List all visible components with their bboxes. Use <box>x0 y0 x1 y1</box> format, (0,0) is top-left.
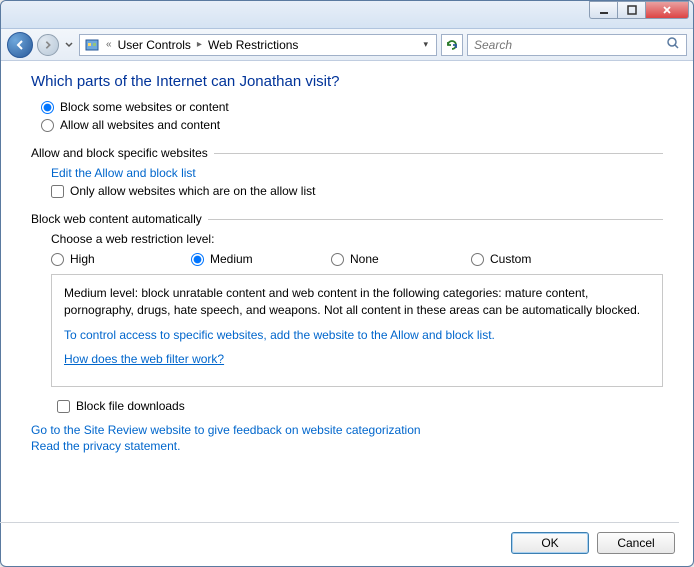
refresh-button[interactable] <box>441 34 463 56</box>
page-heading: Which parts of the Internet can Jonathan… <box>31 73 663 90</box>
divider <box>0 522 679 523</box>
level-high-radio[interactable] <box>51 253 64 266</box>
level-label: Medium <box>210 252 253 266</box>
section-allow-block: Allow and block specific websites Edit t… <box>31 146 663 198</box>
search-icon[interactable] <box>666 36 680 53</box>
back-button[interactable] <box>7 32 33 58</box>
level-custom-radio[interactable] <box>471 253 484 266</box>
section-label: Block web content automatically <box>31 212 202 226</box>
divider <box>208 219 663 220</box>
level-medium[interactable]: Medium <box>191 252 331 266</box>
choose-level-label: Choose a web restriction level: <box>51 232 663 246</box>
site-review-link[interactable]: Go to the Site Review website to give fe… <box>31 423 663 437</box>
radio-block-some-input[interactable] <box>41 101 54 114</box>
level-description-box: Medium level: block unratable content an… <box>51 274 663 387</box>
breadcrumb-separator-icon[interactable]: ▸ <box>197 39 202 50</box>
divider <box>214 153 663 154</box>
nav-history-dropdown[interactable] <box>63 35 75 55</box>
search-input[interactable] <box>474 38 666 52</box>
edit-allow-block-link[interactable]: Edit the Allow and block list <box>51 166 663 180</box>
checkbox-label: Block file downloads <box>76 399 185 413</box>
cancel-button[interactable]: Cancel <box>597 532 675 554</box>
level-label: None <box>350 252 379 266</box>
block-downloads-row[interactable]: Block file downloads <box>31 399 663 413</box>
radio-label: Block some websites or content <box>60 100 229 114</box>
level-label: Custom <box>490 252 531 266</box>
radio-label: Allow all websites and content <box>60 118 220 132</box>
titlebar <box>1 1 693 29</box>
only-allow-checkbox[interactable] <box>51 185 64 198</box>
breadcrumb-item[interactable]: User Controls <box>118 38 191 52</box>
footer-links: Go to the Site Review website to give fe… <box>31 423 663 453</box>
restriction-levels: High Medium None Custom <box>51 252 663 266</box>
address-dropdown-icon[interactable]: ▾ <box>419 39 432 50</box>
level-high[interactable]: High <box>51 252 191 266</box>
search-box[interactable] <box>467 34 687 56</box>
address-bar[interactable]: « User Controls ▸ Web Restrictions ▾ <box>79 34 437 56</box>
radio-block-some[interactable]: Block some websites or content <box>41 100 663 114</box>
radio-allow-all-input[interactable] <box>41 119 54 132</box>
content-area: Which parts of the Internet can Jonathan… <box>1 61 693 465</box>
button-bar: OK Cancel <box>511 532 675 554</box>
checkbox-label: Only allow websites which are on the all… <box>70 184 315 198</box>
block-downloads-checkbox[interactable] <box>57 400 70 413</box>
window: « User Controls ▸ Web Restrictions ▾ Whi… <box>0 0 694 567</box>
level-none[interactable]: None <box>331 252 471 266</box>
ok-button[interactable]: OK <box>511 532 589 554</box>
level-custom[interactable]: Custom <box>471 252 611 266</box>
location-icon <box>84 37 100 53</box>
breadcrumb-overflow-icon[interactable]: « <box>106 39 112 50</box>
close-button[interactable] <box>645 1 689 19</box>
maximize-button[interactable] <box>617 1 645 19</box>
desc-allow-block-link[interactable]: To control access to specific websites, … <box>64 327 650 344</box>
section-auto-block: Block web content automatically Choose a… <box>31 212 663 413</box>
breadcrumb-item[interactable]: Web Restrictions <box>208 38 298 52</box>
radio-allow-all[interactable]: Allow all websites and content <box>41 118 663 132</box>
only-allow-checkbox-row[interactable]: Only allow websites which are on the all… <box>51 184 663 198</box>
forward-button[interactable] <box>37 34 59 56</box>
level-label: High <box>70 252 95 266</box>
navbar: « User Controls ▸ Web Restrictions ▾ <box>1 29 693 61</box>
how-filter-works-link[interactable]: How does the web filter work? <box>64 351 650 368</box>
section-label: Allow and block specific websites <box>31 146 208 160</box>
level-medium-radio[interactable] <box>191 253 204 266</box>
minimize-button[interactable] <box>589 1 617 19</box>
privacy-link[interactable]: Read the privacy statement. <box>31 439 663 453</box>
level-description: Medium level: block unratable content an… <box>64 285 650 319</box>
level-none-radio[interactable] <box>331 253 344 266</box>
